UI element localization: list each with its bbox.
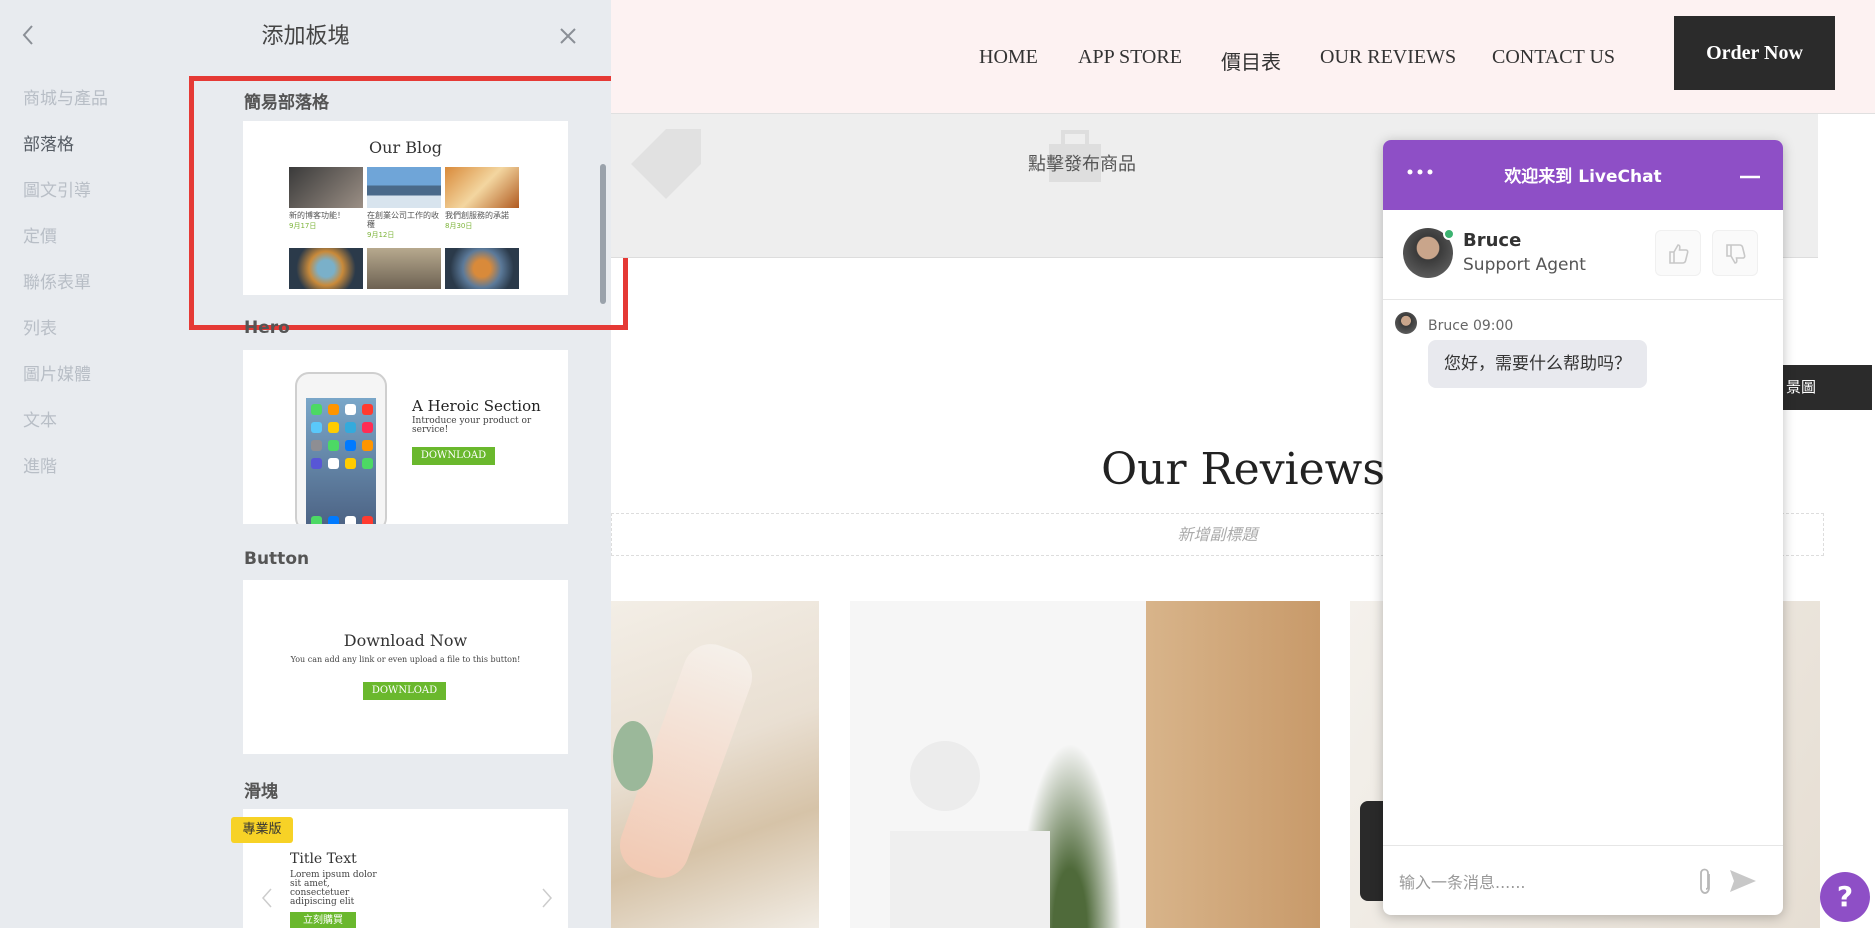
chat-message-input[interactable] bbox=[1399, 868, 1679, 896]
order-now-button[interactable]: Order Now bbox=[1674, 16, 1835, 90]
pro-badge: 專業版 bbox=[231, 817, 293, 843]
slider-buy-button: 立刻購買 bbox=[290, 912, 356, 928]
hero-download-button: DOWNLOAD bbox=[412, 447, 495, 465]
attachment-icon[interactable] bbox=[1695, 866, 1715, 896]
selection-highlight bbox=[189, 76, 628, 330]
category-item[interactable]: 進階 bbox=[23, 452, 108, 498]
slider-preview-heading: Title Text bbox=[290, 851, 357, 867]
hero-preview-subtext: Introduce your product or service! bbox=[412, 416, 532, 435]
panel-header: 添加板塊 bbox=[0, 0, 611, 70]
send-icon[interactable] bbox=[1728, 868, 1758, 894]
agent-role: Support Agent bbox=[1463, 255, 1586, 275]
hero-preview-heading: A Heroic Section bbox=[412, 397, 541, 415]
block-title-button: Button bbox=[244, 549, 310, 569]
button-preview-subtext: You can add any link or even upload a fi… bbox=[290, 655, 521, 664]
add-block-panel: 添加板塊 商城与產品 部落格 圖文引導 定價 聯係表單 列表 圖片媒體 文本 進… bbox=[0, 0, 628, 928]
chat-title: 欢迎来到 LiveChat bbox=[1504, 167, 1662, 187]
thumbs-up-icon bbox=[1669, 244, 1689, 264]
category-item-active[interactable]: 部落格 bbox=[23, 130, 108, 176]
nav-our-reviews[interactable]: OUR REVIEWS bbox=[1320, 46, 1456, 69]
minimize-icon[interactable] bbox=[1738, 162, 1762, 182]
nav-pricing[interactable]: 價目表 bbox=[1221, 46, 1281, 75]
category-item[interactable]: 圖文引導 bbox=[23, 176, 108, 222]
review-photo[interactable] bbox=[850, 601, 1320, 928]
panel-scrollbar[interactable] bbox=[600, 164, 606, 304]
message-avatar bbox=[1395, 312, 1417, 334]
close-icon[interactable] bbox=[556, 24, 580, 48]
chat-input-row bbox=[1383, 845, 1783, 915]
help-button[interactable]: ? bbox=[1820, 872, 1870, 922]
online-status-indicator bbox=[1443, 228, 1455, 240]
button-preview-heading: Download Now bbox=[343, 631, 468, 650]
block-title-slider: 滑塊 bbox=[244, 782, 278, 802]
chat-header: 欢迎来到 LiveChat bbox=[1383, 140, 1783, 210]
livechat-window: 欢迎来到 LiveChat Bruce Support Agent Bruce … bbox=[1383, 140, 1783, 915]
block-title-hero: Hero bbox=[244, 318, 290, 338]
thumbs-up-button[interactable] bbox=[1655, 230, 1701, 276]
agent-info: Bruce Support Agent bbox=[1383, 210, 1783, 300]
chevron-left-icon bbox=[261, 888, 272, 908]
category-item[interactable]: 圖片媒體 bbox=[23, 360, 108, 406]
thumbs-down-icon bbox=[1726, 244, 1746, 264]
block-card-button[interactable]: Download Now You can add any link or eve… bbox=[243, 580, 568, 754]
phone-screen bbox=[306, 398, 376, 524]
block-card-hero[interactable]: A Heroic Section Introduce your product … bbox=[243, 350, 568, 524]
message-meta: Bruce 09:00 bbox=[1428, 318, 1514, 334]
category-item[interactable]: 聯係表單 bbox=[23, 268, 108, 314]
chevron-right-icon bbox=[542, 888, 553, 908]
category-item[interactable]: 商城与產品 bbox=[23, 84, 108, 130]
nav-home[interactable]: HOME bbox=[979, 46, 1038, 69]
category-item[interactable]: 文本 bbox=[23, 406, 108, 452]
category-item[interactable]: 列表 bbox=[23, 314, 108, 360]
publish-product-text[interactable]: 點擊發布商品 bbox=[1028, 150, 1136, 176]
tag-icon bbox=[631, 129, 701, 199]
slider-preview-subtext: Lorem ipsum dolor sit amet, consectetuer… bbox=[290, 870, 377, 907]
nav-app-store[interactable]: APP STORE bbox=[1078, 46, 1182, 69]
nav-contact-us[interactable]: CONTACT US bbox=[1492, 46, 1615, 69]
category-list: 商城与產品 部落格 圖文引導 定價 聯係表單 列表 圖片媒體 文本 進階 bbox=[23, 84, 108, 498]
agent-name: Bruce bbox=[1463, 230, 1522, 251]
category-item[interactable]: 定價 bbox=[23, 222, 108, 268]
review-photo[interactable] bbox=[611, 601, 819, 928]
phone-image bbox=[295, 372, 387, 524]
button-download-button: DOWNLOAD bbox=[363, 682, 446, 700]
message-bubble: 您好，需要什么帮助吗？ bbox=[1428, 340, 1647, 388]
panel-title: 添加板塊 bbox=[261, 24, 350, 49]
thumbs-down-button[interactable] bbox=[1712, 230, 1758, 276]
